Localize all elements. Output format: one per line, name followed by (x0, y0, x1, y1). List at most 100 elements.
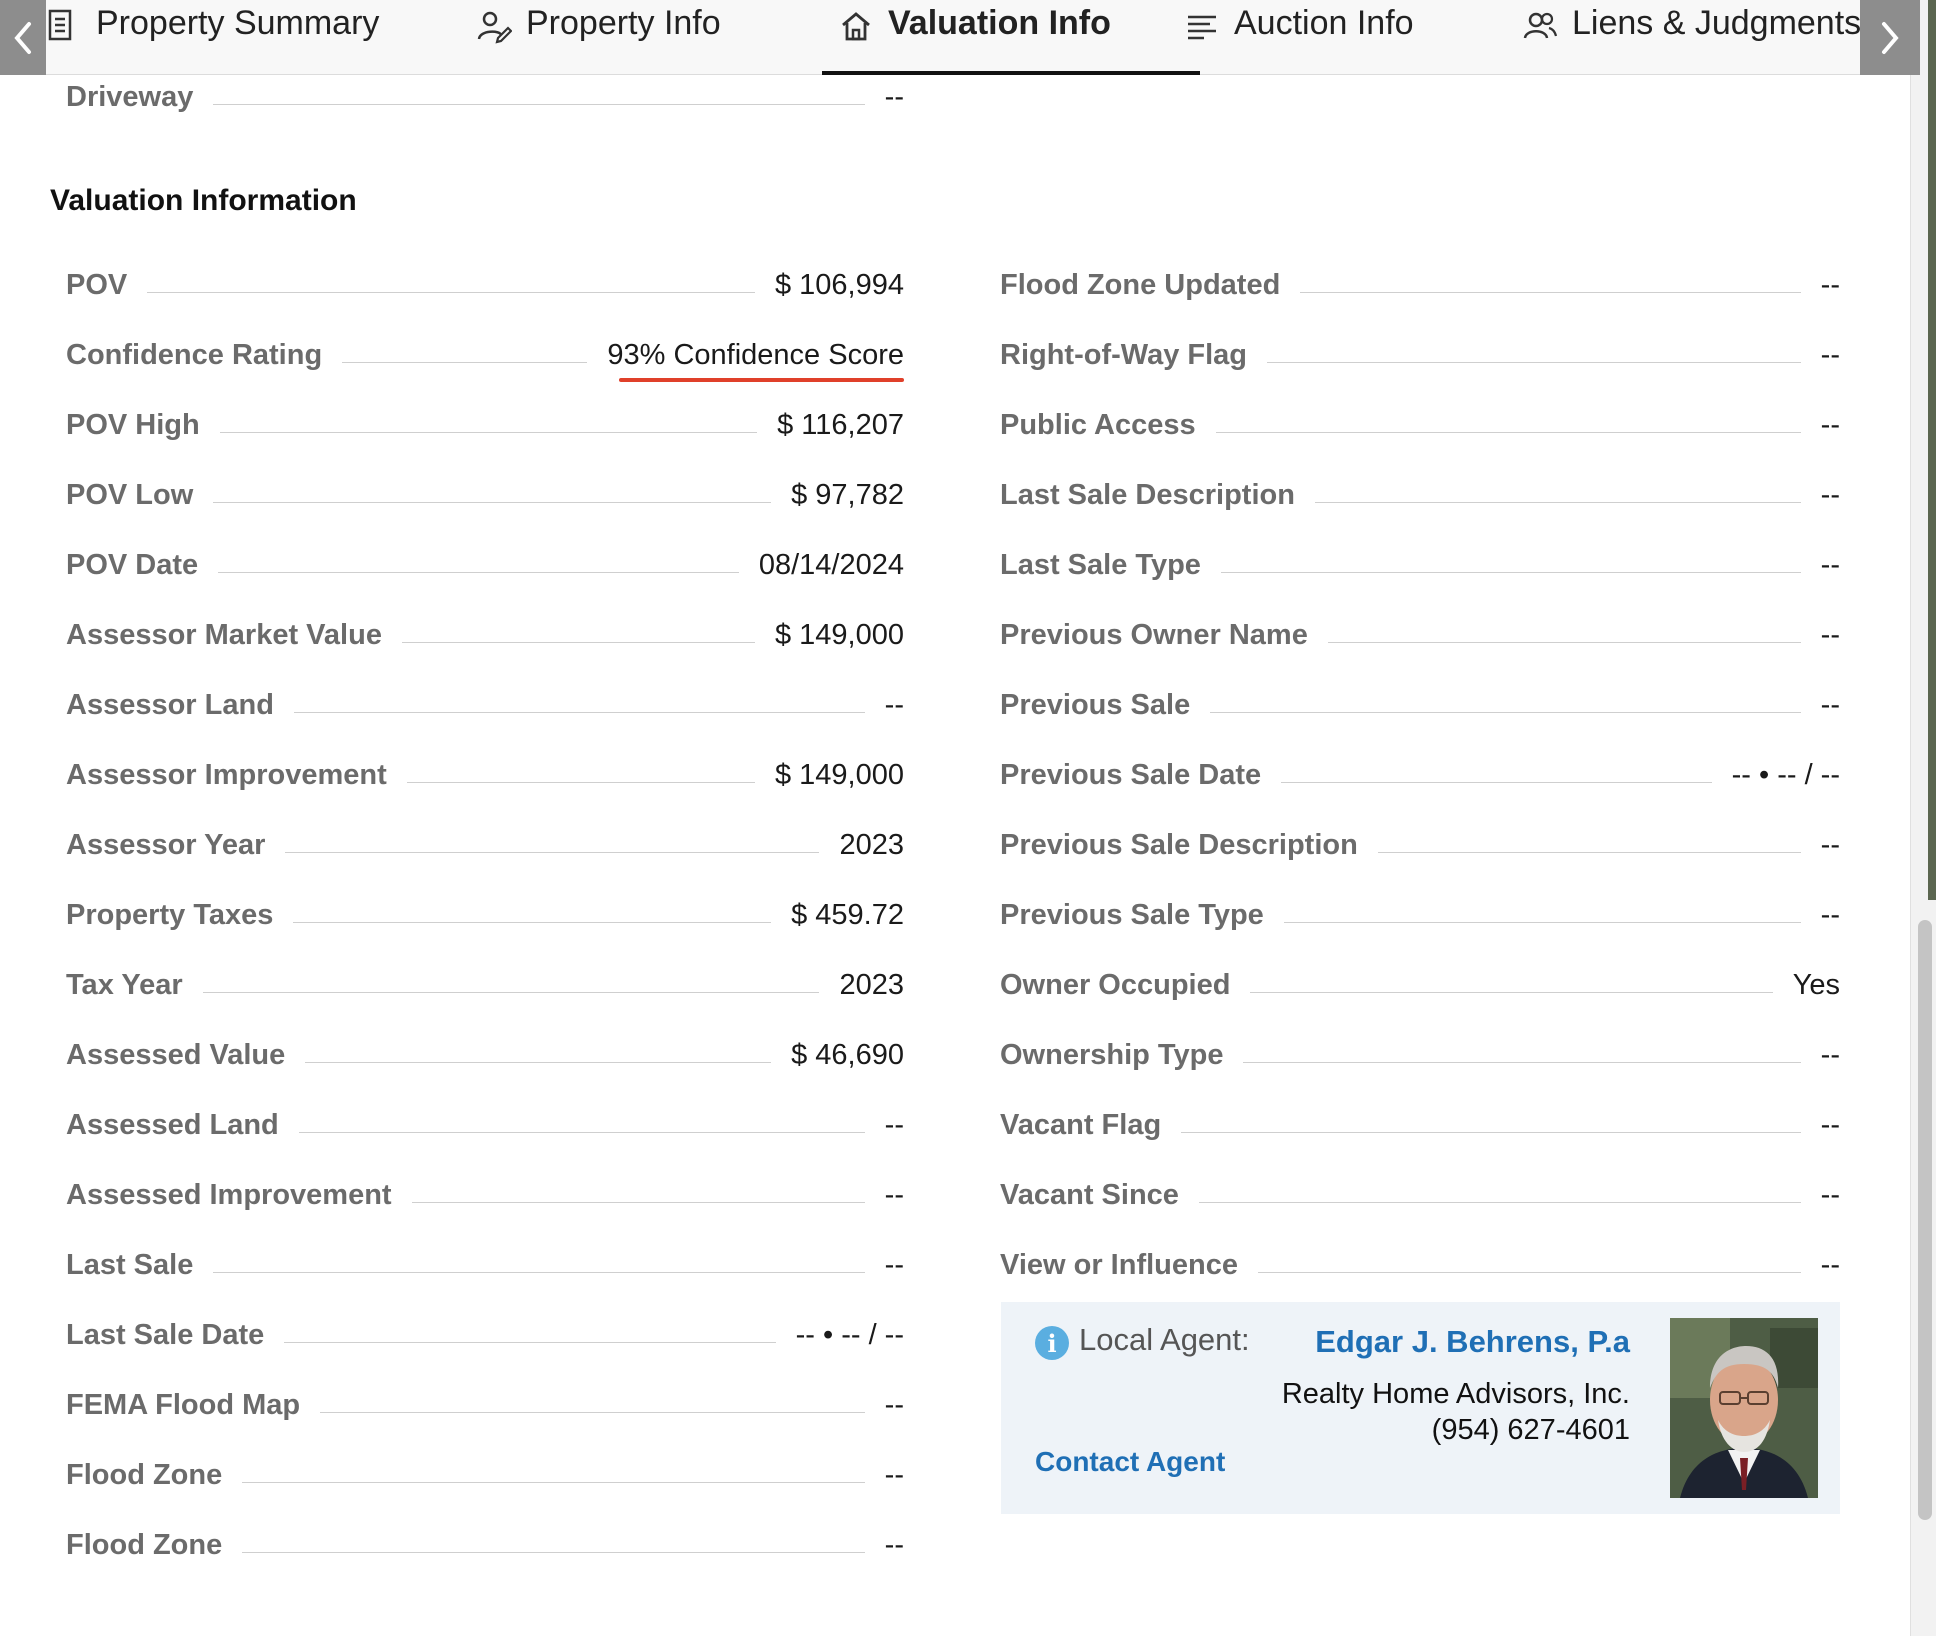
field-label: Previous Sale Type (1000, 898, 1264, 931)
tab-property-summary[interactable]: Property Summary (46, 0, 476, 75)
field-label: POV Low (66, 478, 194, 511)
scrollbar-thumb[interactable] (1918, 920, 1932, 1520)
field-row: Right-of-Way Flag -- (1000, 320, 1840, 390)
confidence-underline (619, 377, 904, 382)
field-value: -- (884, 1178, 904, 1211)
field-value: -- (1820, 268, 1840, 301)
agent-company: Realty Home Advisors, Inc. (1281, 1378, 1630, 1410)
leader-line (1257, 1271, 1801, 1273)
leader-line (219, 431, 758, 433)
field-value: $ 46,690 (791, 1038, 904, 1071)
scroll-tabs-left-button[interactable] (0, 0, 46, 75)
tab-label: Liens & Judgments (1572, 4, 1862, 42)
tab-label: Property Summary (96, 4, 380, 42)
field-row: POV Date 08/14/2024 (66, 530, 904, 600)
agent-photo (1670, 1318, 1818, 1498)
field-value: -- • -- / -- (795, 1318, 904, 1351)
leader-line (342, 361, 588, 363)
field-value: -- (884, 1528, 904, 1561)
tab-auction-info[interactable]: Auction Info (1184, 0, 1522, 75)
confidence-score-link[interactable]: 93% Confidence Score (607, 339, 904, 382)
field-label: Right-of-Way Flag (1000, 338, 1247, 371)
field-label: Tax Year (66, 968, 183, 1001)
field-value: $ 149,000 (774, 758, 904, 791)
vertical-scrollbar[interactable] (1910, 0, 1936, 1636)
field-label: Flood Zone (66, 1528, 223, 1561)
field-value: 08/14/2024 (758, 548, 904, 581)
field-value: $ 97,782 (791, 478, 904, 511)
field-value: -- (1820, 408, 1840, 441)
field-value: -- (884, 80, 904, 113)
field-label: Previous Owner Name (1000, 618, 1308, 651)
field-row: Assessor Land -- (66, 670, 904, 740)
field-value: -- (884, 1108, 904, 1141)
field-row: Owner Occupied Yes (1000, 950, 1840, 1020)
field-value: Yes (1792, 968, 1840, 1001)
field-value: -- (1820, 898, 1840, 931)
leader-line (1314, 501, 1801, 503)
field-label: Assessed Improvement (66, 1178, 392, 1211)
field-row: Previous Sale -- (1000, 670, 1840, 740)
field-row: Previous Sale Description -- (1000, 810, 1840, 880)
scroll-tabs-right-button[interactable] (1860, 0, 1920, 75)
leader-line (1210, 711, 1801, 713)
field-row: View or Influence -- (1000, 1230, 1840, 1300)
field-label: Vacant Since (1000, 1178, 1179, 1211)
field-value: 2023 (839, 968, 904, 1001)
field-label: Last Sale Date (66, 1318, 265, 1351)
valuation-left-column: POV $ 106,994 Confidence Rating 93% Confid… (66, 250, 904, 1580)
field-label: POV (66, 268, 128, 301)
field-value: -- (1820, 478, 1840, 511)
tab-valuation-info[interactable]: Valuation Info (822, 0, 1200, 75)
field-value: -- (884, 1458, 904, 1491)
leader-line (320, 1411, 865, 1413)
agent-phone: (954) 627-4601 (1431, 1414, 1630, 1446)
leader-line (285, 851, 820, 853)
tab-property-info[interactable]: Property Info (476, 0, 838, 75)
field-row: Assessed Improvement -- (66, 1160, 904, 1230)
field-label: Previous Sale Date (1000, 758, 1262, 791)
tabs: Property Summary Property Info Valuation… (46, 0, 1882, 75)
field-label: Flood Zone Updated (1000, 268, 1281, 301)
field-value: $ 149,000 (774, 618, 904, 651)
field-row: Public Access -- (1000, 390, 1840, 460)
field-row: Confidence Rating 93% Confidence Score (66, 320, 904, 390)
leader-line (406, 781, 755, 783)
field-label: Driveway (66, 80, 194, 113)
field-row: Last Sale Description -- (1000, 460, 1840, 530)
field-value: -- (1820, 548, 1840, 581)
home-icon (838, 8, 874, 44)
leader-line (1377, 851, 1801, 853)
leader-line (242, 1481, 865, 1483)
field-row: Vacant Flag -- (1000, 1090, 1840, 1160)
users-icon (1522, 8, 1558, 44)
field-value: -- (884, 688, 904, 721)
field-label: Assessed Land (66, 1108, 279, 1141)
agent-name-link[interactable]: Edgar J. Behrens, P.a (1315, 1324, 1630, 1360)
field-value: 2023 (839, 828, 904, 861)
field-label: Public Access (1000, 408, 1196, 441)
field-value: $ 106,994 (774, 268, 904, 301)
leader-line (213, 103, 865, 105)
leader-line (213, 501, 772, 503)
field-value: -- (1820, 1038, 1840, 1071)
leader-line (1243, 1061, 1801, 1063)
field-value: -- (1820, 828, 1840, 861)
contact-agent-link[interactable]: Contact Agent (1035, 1446, 1225, 1478)
field-row: Assessed Land -- (66, 1090, 904, 1160)
leader-line (1215, 431, 1801, 433)
field-value: -- (1820, 1108, 1840, 1141)
leader-line (293, 711, 865, 713)
field-row: Flood Zone -- (66, 1440, 904, 1510)
field-row: Flood Zone Updated -- (1000, 250, 1840, 320)
field-label: POV Date (66, 548, 199, 581)
field-label: Assessor Market Value (66, 618, 382, 651)
leader-line (1181, 1131, 1801, 1133)
leader-line (411, 1201, 865, 1203)
tab-liens-judgments[interactable]: Liens & Judgments (1522, 0, 1882, 75)
field-label: Ownership Type (1000, 1038, 1224, 1071)
field-row: Property Taxes $ 459.72 (66, 880, 904, 950)
field-row: Flood Zone -- (66, 1510, 904, 1580)
chevron-right-icon (1882, 21, 1899, 54)
field-value: -- (1820, 1248, 1840, 1281)
